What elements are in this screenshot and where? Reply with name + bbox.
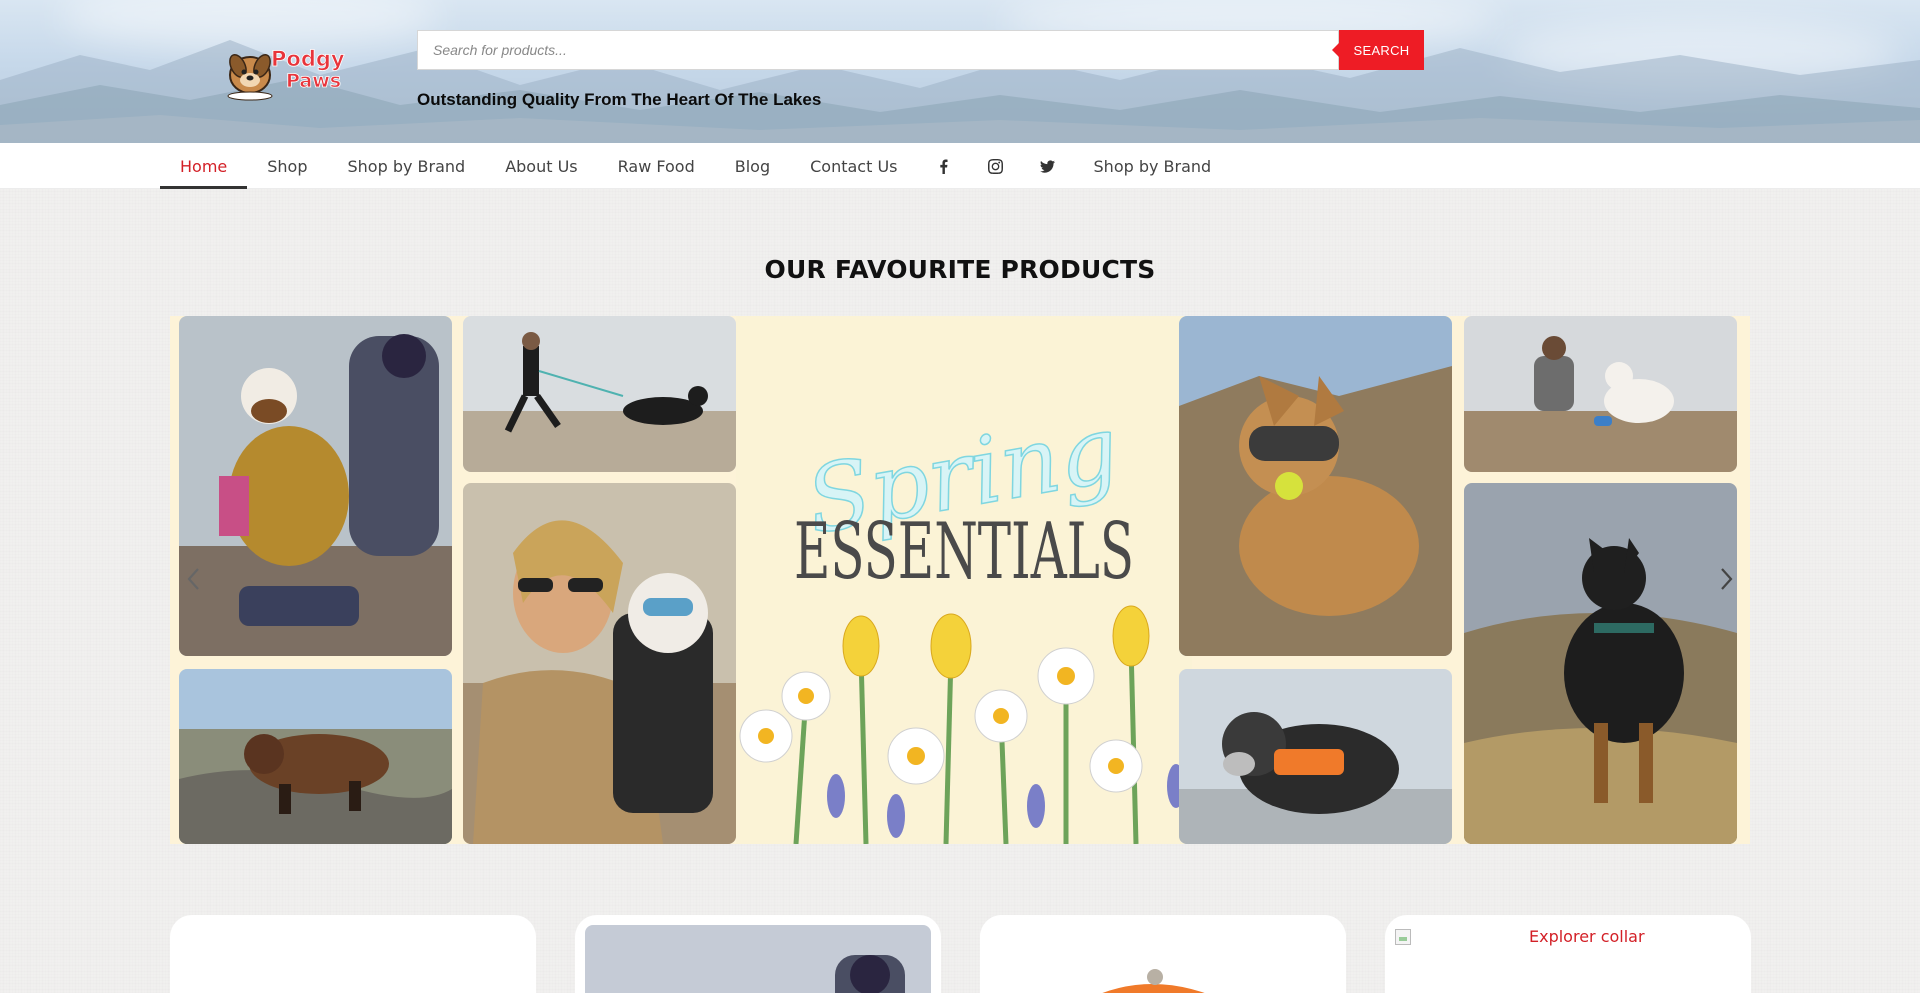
product-card[interactable] xyxy=(575,915,941,993)
search-button[interactable]: SEARCH xyxy=(1332,30,1424,70)
site-tagline: Outstanding Quality From The Heart Of Th… xyxy=(417,90,822,109)
nav-item-raw-food[interactable]: Raw Food xyxy=(598,143,715,189)
search-input[interactable] xyxy=(417,30,1339,70)
nav-item-blog[interactable]: Blog xyxy=(715,143,790,189)
product-image-broken: Explorer collar xyxy=(1395,927,1645,946)
banner-photo-schnauzer-harness xyxy=(1179,669,1452,844)
chevron-right-icon xyxy=(1721,568,1733,590)
banner-photo-shepherd-rocks xyxy=(179,669,452,844)
svg-text:ESSENTIALS: ESSENTIALS xyxy=(794,507,1134,597)
product-image xyxy=(980,915,1346,993)
product-card[interactable] xyxy=(980,915,1346,993)
product-carousel[interactable]: Spring ESSENTIALS xyxy=(170,316,1750,844)
product-card[interactable] xyxy=(170,915,536,993)
banner-photo-dog-yellow-coat xyxy=(179,316,452,656)
instagram-icon[interactable] xyxy=(970,143,1022,189)
twitter-icon[interactable] xyxy=(1022,143,1074,189)
nav-item-about-us[interactable]: About Us xyxy=(485,143,597,189)
nav-item-contact-us[interactable]: Contact Us xyxy=(790,143,917,189)
banner-photo-woman-backpack-dog xyxy=(463,483,736,844)
nav-item-shop[interactable]: Shop xyxy=(247,143,327,189)
banner-photo-woman-white-dog xyxy=(1464,316,1737,472)
section-title: OUR FAVOURITE PRODUCTS xyxy=(764,255,1156,284)
product-image xyxy=(585,925,931,993)
podgy-paws-logo[interactable]: Podgy Paws xyxy=(224,40,354,102)
carousel-next-arrow[interactable] xyxy=(1712,559,1742,599)
banner-photo-dog-goggles xyxy=(1179,316,1452,656)
chevron-left-icon xyxy=(187,568,199,590)
banner-spring-essentials: Spring ESSENTIALS xyxy=(736,316,1192,844)
product-image-alt: Explorer collar xyxy=(1529,927,1645,946)
broken-image-icon xyxy=(1395,929,1411,945)
search-form: SEARCH xyxy=(417,30,1424,70)
header-banner: Podgy Paws SEARCH Outstanding Quality Fr… xyxy=(0,0,1920,143)
product-card[interactable]: Explorer collar xyxy=(1385,915,1751,993)
facebook-icon[interactable] xyxy=(918,143,970,189)
carousel-prev-arrow[interactable] xyxy=(178,559,208,599)
svg-text:Paws: Paws xyxy=(286,70,341,92)
nav-item-home[interactable]: Home xyxy=(160,143,248,189)
svg-text:Podgy: Podgy xyxy=(271,47,345,71)
nav-item-shop-by-brand-secondary[interactable]: Shop by Brand xyxy=(1074,143,1232,189)
main-navigation: Home Shop Shop by Brand About Us Raw Foo… xyxy=(0,143,1920,189)
nav-item-shop-by-brand[interactable]: Shop by Brand xyxy=(328,143,486,189)
banner-photo-black-tan-dog xyxy=(1464,483,1737,844)
banner-photo-runner-beach xyxy=(463,316,736,472)
